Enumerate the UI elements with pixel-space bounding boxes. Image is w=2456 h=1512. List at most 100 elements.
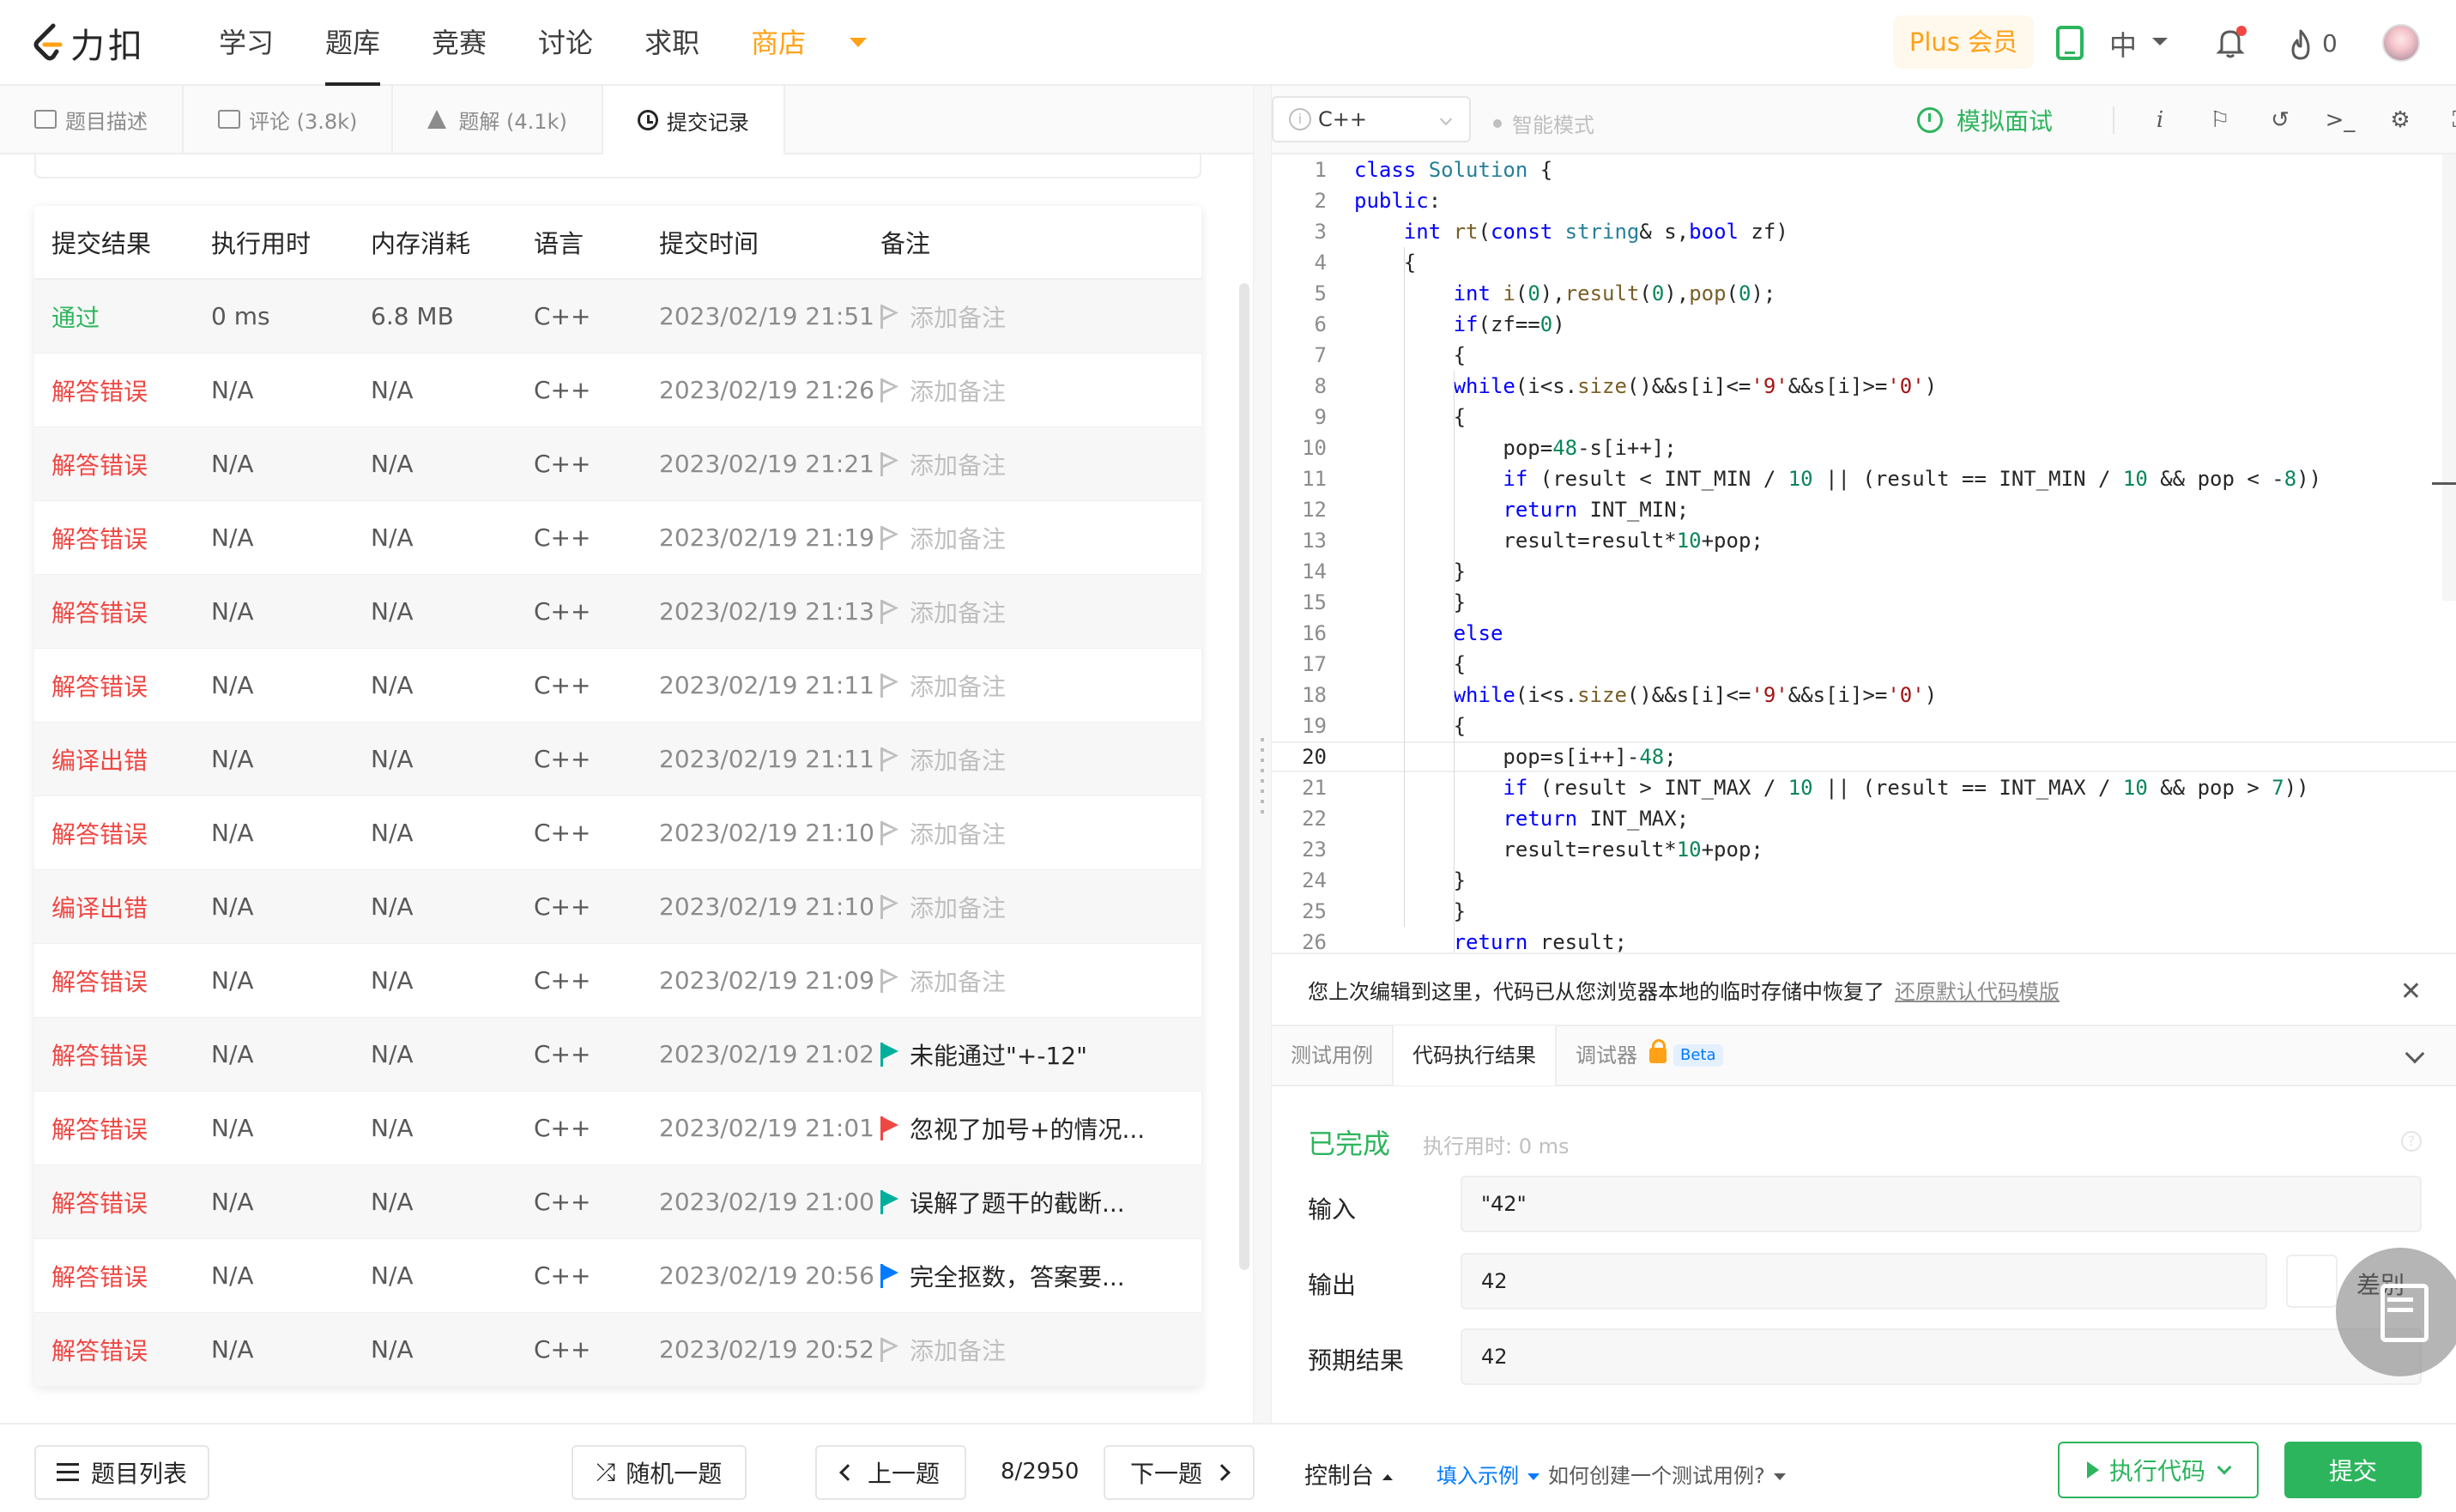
table-row[interactable]: 编译出错 N/A N/A C++ 2023/02/19 21:11 添加备注 <box>34 723 1201 796</box>
tab-debugger[interactable]: 调试器 Beta <box>1557 1025 1742 1086</box>
code-line[interactable]: 22 return INT_MAX; <box>1272 803 2456 834</box>
flag-icon[interactable] <box>880 968 899 993</box>
note-cell[interactable]: 添加备注 <box>880 521 1201 555</box>
note-cell[interactable]: 添加备注 <box>880 447 1201 481</box>
tab-run-result[interactable]: 代码执行结果 <box>1392 1025 1557 1086</box>
note-text[interactable]: 添加备注 <box>910 890 1006 924</box>
tab-2[interactable]: 题解 (4.1k) <box>393 86 603 153</box>
table-row[interactable]: 解答错误 N/A N/A C++ 2023/02/19 21:09 添加备注 <box>34 944 1201 1018</box>
terminal-icon[interactable]: >_ <box>2310 103 2370 137</box>
drag-handle-icon[interactable] <box>1261 738 1264 815</box>
flag-icon[interactable] <box>880 1337 899 1362</box>
panel-resizer[interactable] <box>1253 86 1272 1423</box>
mock-interview-button[interactable]: 模拟面试 <box>1917 103 2053 137</box>
submission-status[interactable]: 解答错误 <box>34 1111 211 1146</box>
note-cell[interactable]: 添加备注 <box>880 373 1201 408</box>
close-icon[interactable]: ✕ <box>2400 977 2422 1007</box>
submission-status[interactable]: 解答错误 <box>34 521 211 555</box>
note-text[interactable]: 误解了题干的截断... <box>910 1185 1125 1219</box>
table-row[interactable]: 解答错误 N/A N/A C++ 2023/02/19 20:52 添加备注 <box>34 1313 1201 1387</box>
submission-status[interactable]: 通过 <box>34 299 211 334</box>
flag-icon[interactable] <box>880 747 899 771</box>
code-line[interactable]: 2 public: <box>1272 185 2456 216</box>
submission-status[interactable]: 解答错误 <box>34 1333 211 1367</box>
code-line[interactable]: 14 } <box>1272 556 2456 587</box>
nav-item-3[interactable]: 讨论 <box>517 0 614 86</box>
code-line[interactable]: 11 if (result < INT_MIN / 10 || (result … <box>1272 463 2456 494</box>
nav-item-shop[interactable]: 商店 <box>729 0 827 86</box>
flag-icon[interactable] <box>880 451 899 476</box>
flag-icon[interactable] <box>880 1189 899 1214</box>
settings-icon[interactable]: ⚙ <box>2370 103 2430 137</box>
note-cell[interactable]: 添加备注 <box>880 742 1201 777</box>
table-row[interactable]: 解答错误 N/A N/A C++ 2023/02/19 21:13 添加备注 <box>34 575 1201 649</box>
table-row[interactable]: 解答错误 N/A N/A C++ 2023/02/19 21:11 添加备注 <box>34 649 1201 723</box>
note-cell[interactable]: 未能通过"+-12" <box>880 1037 1201 1072</box>
note-cell[interactable]: 添加备注 <box>880 890 1201 924</box>
code-line[interactable]: 15 } <box>1272 587 2456 618</box>
code-line[interactable]: 23 result=result*10+pop; <box>1272 834 2456 865</box>
code-editor[interactable]: 1 class Solution {2 public: 3 int rt(const … <box>1272 154 2456 953</box>
smart-mode-toggle[interactable]: 智能模式 <box>1493 108 1594 138</box>
submission-status[interactable]: 解答错误 <box>34 668 211 703</box>
fullscreen-icon[interactable]: ⛶ <box>2430 103 2456 137</box>
code-line[interactable]: 24 } <box>1272 865 2456 896</box>
plus-member-button[interactable]: Plus 会员 <box>1893 15 2034 69</box>
code-line[interactable]: 18 while(i<s.size()&&s[i]<='9'&&s[i]>='0… <box>1272 680 2456 711</box>
code-line[interactable]: 4 { <box>1272 247 2456 278</box>
note-cell[interactable]: 添加备注 <box>880 668 1201 703</box>
note-text[interactable]: 完全抠数，答案要... <box>910 1259 1125 1293</box>
table-row[interactable]: 解答错误 N/A N/A C++ 2023/02/19 21:26 添加备注 <box>34 354 1201 427</box>
note-cell[interactable]: 添加备注 <box>880 816 1201 850</box>
submission-status[interactable]: 解答错误 <box>34 816 211 850</box>
nav-item-1[interactable]: 题库 <box>304 0 402 86</box>
note-text[interactable]: 添加备注 <box>910 668 1006 703</box>
how-to-testcase-link[interactable]: 如何创建一个测试用例? <box>1548 1459 1786 1489</box>
note-text[interactable]: 添加备注 <box>910 373 1006 408</box>
table-row[interactable]: 编译出错 N/A N/A C++ 2023/02/19 21:10 添加备注 <box>34 870 1201 944</box>
notebook-icon[interactable] <box>2336 1248 2456 1376</box>
submission-status[interactable]: 解答错误 <box>34 1037 211 1072</box>
flag-icon[interactable] <box>880 304 899 329</box>
reset-icon[interactable]: ↺ <box>2250 103 2310 137</box>
note-text[interactable]: 添加备注 <box>910 299 1006 334</box>
note-cell[interactable]: 误解了题干的截断... <box>880 1185 1201 1219</box>
flag-icon[interactable] <box>880 673 899 698</box>
flag-icon[interactable] <box>880 820 899 845</box>
table-row[interactable]: 解答错误 N/A N/A C++ 2023/02/19 21:01 忽视了加号+的情况..… <box>34 1092 1201 1165</box>
restore-default-link[interactable]: 还原默认代码模版 <box>1895 975 2060 1005</box>
language-select[interactable]: i C++ <box>1272 96 1471 142</box>
table-row[interactable]: 通过 0 ms 6.8 MB C++ 2023/02/19 21:51 添加备注 <box>34 280 1201 354</box>
nav-item-2[interactable]: 竞赛 <box>410 0 508 86</box>
help-icon[interactable]: ? <box>2401 1131 2422 1152</box>
submission-status[interactable]: 编译出错 <box>34 742 211 777</box>
editor-scrollbar[interactable] <box>2442 154 2456 601</box>
code-line[interactable]: 19 { <box>1272 711 2456 741</box>
chevron-down-icon[interactable] <box>2152 38 2168 45</box>
submission-status[interactable]: 解答错误 <box>34 447 211 481</box>
language-switch[interactable]: 中 <box>2109 24 2137 64</box>
note-cell[interactable]: 添加备注 <box>880 299 1201 334</box>
next-problem-button[interactable]: 下一题 <box>1104 1445 1255 1500</box>
code-line[interactable]: 17 { <box>1272 649 2456 680</box>
note-cell[interactable]: 添加备注 <box>880 964 1201 998</box>
logo[interactable]: 力扣 <box>31 21 146 66</box>
note-text[interactable]: 未能通过"+-12" <box>910 1037 1087 1072</box>
info-icon[interactable]: i <box>2130 103 2190 137</box>
flag-icon[interactable] <box>880 894 899 919</box>
random-problem-button[interactable]: ⤮ 随机一题 <box>572 1445 747 1500</box>
table-row[interactable]: 解答错误 N/A N/A C++ 2023/02/19 21:21 添加备注 <box>34 427 1201 501</box>
note-text[interactable]: 添加备注 <box>910 447 1006 481</box>
table-row[interactable]: 解答错误 N/A N/A C++ 2023/02/19 21:00 误解了题干的截断... <box>34 1165 1201 1239</box>
code-line[interactable]: 9 { <box>1272 402 2456 432</box>
flag-icon[interactable] <box>880 378 899 402</box>
code-line[interactable]: 25 } <box>1272 896 2456 927</box>
code-line[interactable]: 20 pop=s[i++]-48; <box>1272 741 2456 772</box>
code-line[interactable]: 12 return INT_MIN; <box>1272 494 2456 525</box>
fire-icon[interactable] <box>2286 27 2315 62</box>
note-text[interactable]: 添加备注 <box>910 964 1006 998</box>
table-row[interactable]: 解答错误 N/A N/A C++ 2023/02/19 20:56 完全抠数，答案要... <box>34 1239 1201 1313</box>
table-row[interactable]: 解答错误 N/A N/A C++ 2023/02/19 21:19 添加备注 <box>34 501 1201 575</box>
submission-status[interactable]: 编译出错 <box>34 890 211 924</box>
code-line[interactable]: 6 if(zf==0) <box>1272 309 2456 340</box>
